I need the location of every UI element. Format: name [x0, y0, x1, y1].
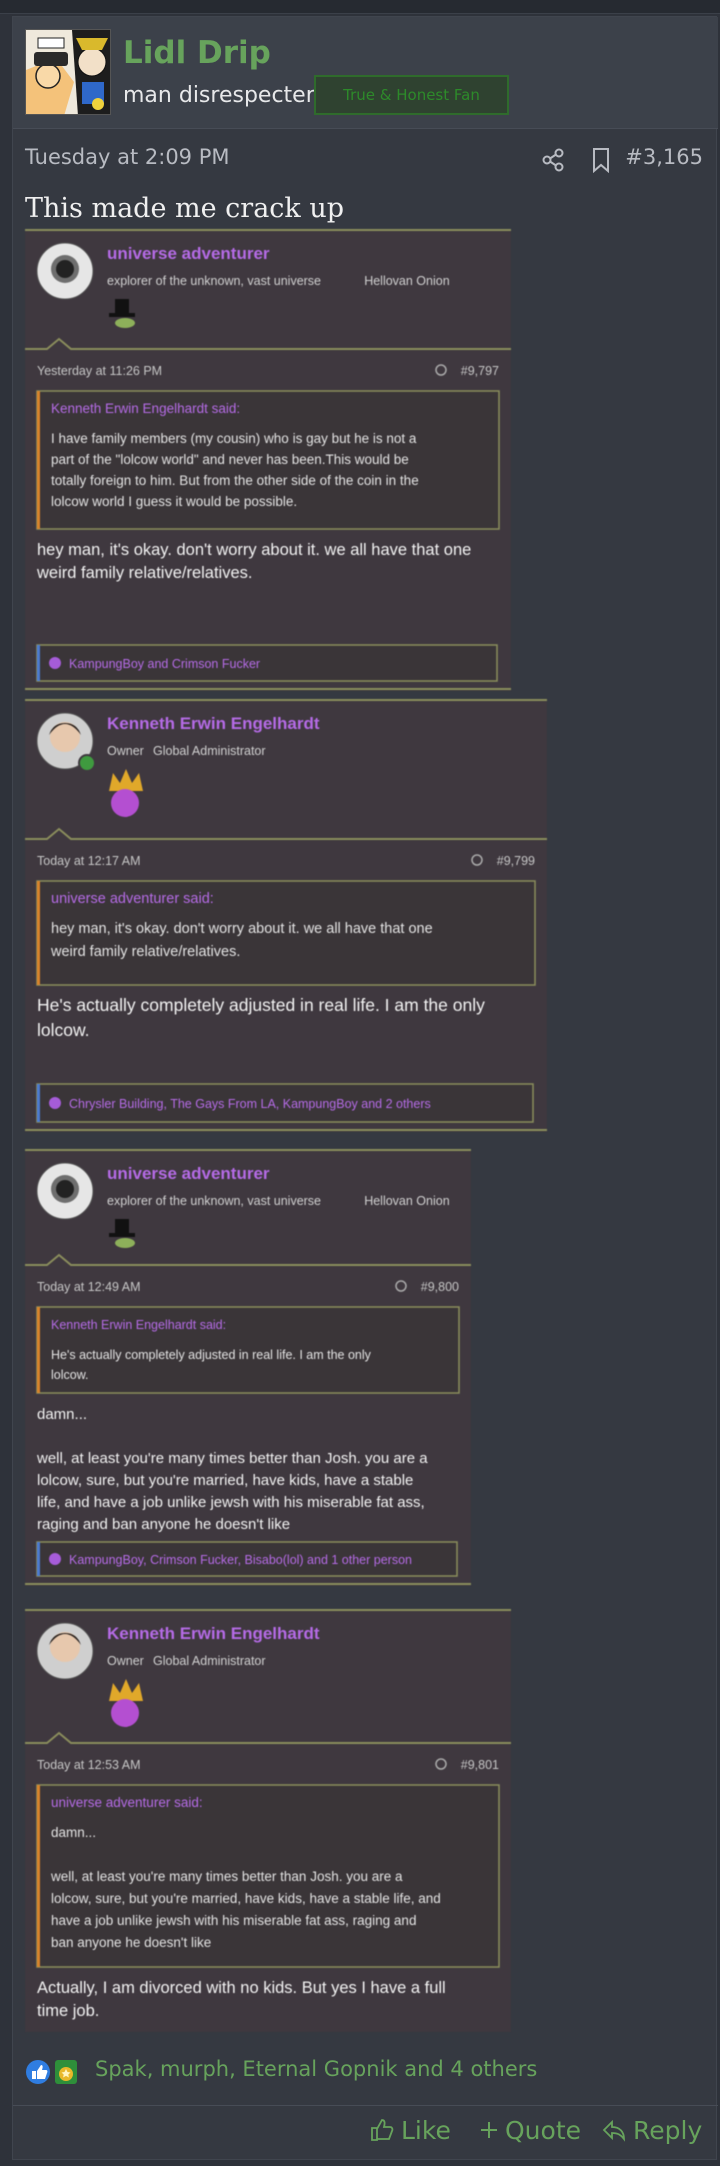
reaction-emoji-icon: [49, 657, 61, 669]
reactions-accent-bar: [37, 1084, 40, 1122]
embedded-body-line: time job.: [37, 2002, 99, 2020]
thumbs-up-icon: [371, 2119, 394, 2141]
quote-line: part of the "lolcow world" and never has…: [51, 452, 409, 467]
embedded-body-line: damn...: [37, 1406, 87, 1423]
embedded-date: Today at 12:17 AM: [37, 854, 141, 868]
embedded-author: Kenneth Erwin Engelhardt: [107, 1624, 320, 1643]
embedded-reactions-text: KampungBoy and Crimson Fucker: [69, 657, 260, 671]
embedded-user-title-2: Hellovan Onion: [364, 274, 450, 288]
quote-author: Kenneth Erwin Engelhardt said:: [51, 401, 240, 416]
reaction-summary[interactable]: Spak, murph, Eternal Gopnik and 4 others: [95, 2057, 537, 2081]
quote-line: lolcow, sure, but you're married, have k…: [51, 1891, 441, 1906]
reaction-emoji-icon: [49, 1553, 61, 1565]
reaction-icons: [26, 2060, 77, 2084]
post-actions: Like Quote Reply: [13, 2105, 718, 2161]
top-hat-icon: [115, 1219, 129, 1235]
quote-line: damn...: [51, 1825, 96, 1840]
post-number[interactable]: #3,165: [625, 145, 703, 169]
embedded-author: universe adventurer: [107, 244, 270, 263]
post-header: Lidl Drip man disrespecter True & Honest…: [13, 17, 718, 129]
purple-devil-icon: [111, 789, 139, 817]
quote-line: well, at least you're many times better …: [50, 1869, 403, 1884]
share-icon[interactable]: [540, 147, 566, 173]
reactions-accent-bar: [37, 645, 40, 681]
reaction-emoji-icon: [49, 1097, 61, 1109]
embedded-screenshot: universe adventurer explorer of the unkno…: [25, 229, 547, 2032]
reactions-accent-bar: [37, 1542, 40, 1576]
embedded-date: Today at 12:53 AM: [37, 1758, 141, 1772]
quote-line: ban anyone he doesn't like: [51, 1935, 211, 1950]
quote-author: Kenneth Erwin Engelhardt said:: [51, 1318, 226, 1332]
plus-icon: [481, 2122, 497, 2138]
reply-button[interactable]: Reply: [601, 2116, 702, 2145]
quote-label: Quote: [505, 2116, 582, 2145]
embedded-user-title: explorer of the unknown, vast universe: [107, 274, 321, 288]
embedded-user-title: explorer of the unknown, vast universe: [107, 1194, 321, 1208]
frog-icon: [115, 1238, 135, 1248]
avatar[interactable]: [25, 29, 111, 115]
embedded-body-line: lolcow.: [37, 1020, 90, 1040]
embedded-user-title-2: Hellovan Onion: [364, 1194, 450, 1208]
astronaut-visor-icon: [56, 1180, 74, 1198]
quote-line: totally foreign to him. But from the oth…: [51, 473, 419, 488]
user-title: man disrespecter: [123, 83, 315, 108]
embedded-reactions-text: Chrysler Building, The Gays From LA, Kam…: [69, 1097, 431, 1111]
quote-line: I have family members (my cousin) who is…: [51, 431, 417, 446]
embedded-body-line: Actually, I am divorced with no kids. Bu…: [37, 1979, 446, 1997]
top-hat-brim-icon: [109, 313, 135, 317]
embedded-body-line: well, at least you're many times better …: [36, 1450, 428, 1467]
quote-line: weird family relative/relatives.: [50, 944, 240, 960]
quote-line: He's actually completely adjusted in rea…: [51, 1348, 372, 1362]
quote-button[interactable]: Quote: [479, 2116, 581, 2145]
reply-label: Reply: [633, 2116, 703, 2145]
embedded-date: Today at 12:49 AM: [37, 1280, 141, 1294]
quote-author: universe adventurer said:: [51, 891, 214, 907]
forum-post: Lidl Drip man disrespecter True & Honest…: [12, 16, 718, 2161]
embedded-post-number: #9,797: [461, 364, 499, 378]
embedded-user-title-2: Global Administrator: [153, 744, 266, 758]
online-status-icon: [78, 754, 96, 772]
purple-devil-icon: [111, 1699, 139, 1727]
post-text: This made me crack up: [25, 193, 345, 224]
quote-accent-bar: [37, 881, 40, 985]
embedded-body-line: raging and ban anyone he doesn't like: [37, 1516, 290, 1533]
quote-accent-bar: [37, 391, 40, 529]
username[interactable]: Lidl Drip: [123, 35, 271, 71]
quote-line: hey man, it's okay. don't worry about it…: [51, 921, 433, 937]
top-bar: [0, 0, 720, 14]
quote-accent-bar: [37, 1785, 40, 1967]
quote-line: lolcow.: [51, 1368, 89, 1382]
post-meta: Tuesday at 2:09 PM #3,165: [25, 145, 705, 175]
embedded-body-line: He's actually completely adjusted in rea…: [37, 995, 485, 1015]
embedded-reactions-text: KampungBoy, Crimson Fucker, Bisabo(lol) …: [69, 1553, 412, 1567]
frog-icon: [115, 318, 135, 328]
embedded-date: Yesterday at 11:26 PM: [37, 364, 162, 378]
embedded-author: universe adventurer: [107, 1164, 270, 1183]
quote-line: have a job unlike jewsh with his miserab…: [51, 1913, 416, 1928]
embedded-body-line: lolcow, sure, but you're married, have k…: [37, 1472, 413, 1489]
reaction-bar[interactable]: Spak, murph, Eternal Gopnik and 4 others: [25, 2055, 705, 2089]
top-hat-brim-icon: [109, 1233, 135, 1237]
like-button[interactable]: Like: [369, 2116, 451, 2145]
embedded-user-title: Owner: [107, 1654, 144, 1668]
embedded-body-line: hey man, it's okay. don't worry about it…: [37, 541, 471, 559]
embedded-post-number: #9,799: [497, 854, 535, 868]
quote-author: universe adventurer said:: [51, 1795, 203, 1810]
post-date[interactable]: Tuesday at 2:09 PM: [25, 145, 230, 169]
top-hat-icon: [115, 299, 129, 315]
astronaut-visor-icon: [56, 260, 74, 278]
reply-icon: [602, 2119, 625, 2142]
embedded-user-title: Owner: [107, 744, 144, 758]
bookmark-icon[interactable]: [590, 147, 612, 173]
embedded-author: Kenneth Erwin Engelhardt: [107, 714, 320, 733]
quote-accent-bar: [37, 1307, 40, 1393]
embedded-body-line: weird family relative/relatives.: [36, 564, 252, 582]
user-banner: True & Honest Fan: [314, 75, 509, 115]
quote-line: lolcow world I guess it would be possibl…: [51, 494, 297, 509]
like-label: Like: [401, 2116, 451, 2145]
embedded-body-line: life, and have a job unlike jewsh with h…: [37, 1494, 425, 1511]
embedded-post-number: #9,800: [421, 1280, 459, 1294]
embedded-post-number: #9,801: [461, 1758, 499, 1772]
embedded-user-title-2: Global Administrator: [153, 1654, 266, 1668]
